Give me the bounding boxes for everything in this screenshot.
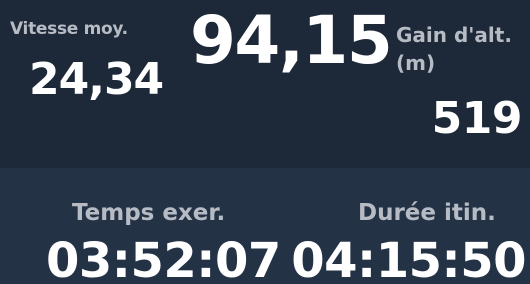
top-data-panel: Vitesse moy. 24,34 94,15 Gain d'alt. (m)… (0, 0, 530, 168)
avg-speed-label: Vitesse moy. (10, 19, 128, 39)
route-duration-value: 04:15:50 (291, 233, 526, 284)
cycling-data-screen: Vitesse moy. 24,34 94,15 Gain d'alt. (m)… (0, 0, 530, 284)
current-speed-value: 94,15 (190, 2, 393, 79)
workout-time-label: Temps exer. (72, 200, 226, 226)
route-duration-label: Durée itin. (358, 200, 496, 226)
elevation-gain-value: 519 (431, 93, 523, 144)
workout-time-value: 03:52:07 (46, 233, 281, 284)
avg-speed-value: 24,34 (29, 54, 164, 105)
elevation-gain-label: Gain d'alt. (m) (396, 23, 512, 75)
